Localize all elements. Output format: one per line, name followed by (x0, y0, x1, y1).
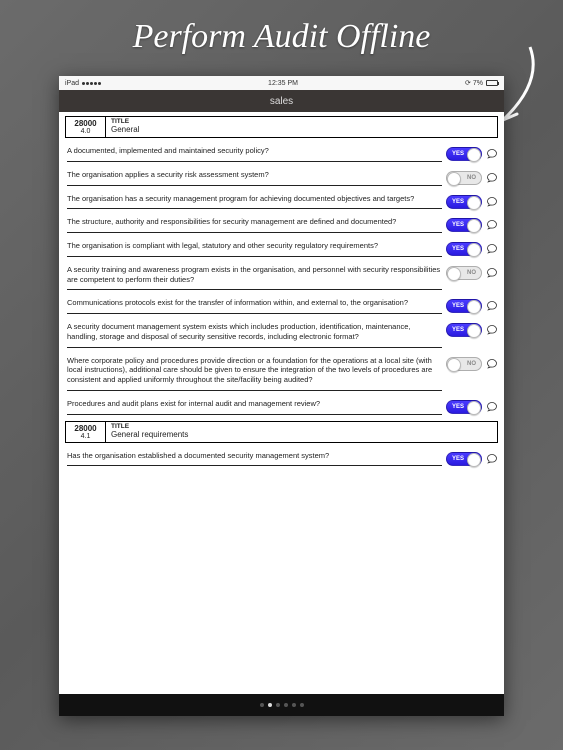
answer-toggle[interactable]: YES (446, 147, 482, 161)
page-dot[interactable] (268, 703, 272, 707)
comment-icon[interactable] (486, 401, 498, 413)
battery-percent: ⟳ 7% (465, 79, 483, 87)
page-indicator (59, 694, 504, 716)
question-text: The organisation applies a security risk… (67, 170, 442, 186)
comment-icon[interactable] (486, 243, 498, 255)
question-text: Procedures and audit plans exist for int… (67, 399, 442, 415)
question-row: The organisation has a security manageme… (59, 188, 504, 212)
page-dot[interactable] (260, 703, 264, 707)
status-bar: iPad 12:35 PM ⟳ 7% (59, 76, 504, 90)
question-row: The organisation is compliant with legal… (59, 235, 504, 259)
comment-icon[interactable] (486, 148, 498, 160)
carrier-label: iPad (65, 80, 79, 87)
page-dot[interactable] (300, 703, 304, 707)
question-row: The organisation applies a security risk… (59, 164, 504, 188)
question-row: Has the organisation established a docum… (59, 445, 504, 469)
comment-icon[interactable] (486, 196, 498, 208)
signal-icon (82, 82, 101, 85)
comment-icon[interactable] (486, 453, 498, 465)
question-row: Communications protocols exist for the t… (59, 292, 504, 316)
question-text: The organisation has a security manageme… (67, 194, 442, 210)
answer-toggle[interactable]: YES (446, 218, 482, 232)
answer-toggle[interactable]: NO (446, 171, 482, 185)
question-text: Has the organisation established a docum… (67, 451, 442, 467)
answer-toggle[interactable]: YES (446, 299, 482, 313)
question-text: The structure, authority and responsibil… (67, 217, 442, 233)
nav-bar: sales (59, 90, 504, 112)
clock: 12:35 PM (268, 80, 298, 87)
comment-icon[interactable] (486, 300, 498, 312)
section-header: 280004.1TITLEGeneral requirements (65, 421, 498, 443)
answer-toggle[interactable]: YES (446, 452, 482, 466)
question-text: A documented, implemented and maintained… (67, 146, 442, 162)
battery-icon (486, 80, 498, 86)
comment-icon[interactable] (486, 172, 498, 184)
question-row: The structure, authority and responsibil… (59, 211, 504, 235)
answer-toggle[interactable]: YES (446, 242, 482, 256)
section-header: 280004.0TITLEGeneral (65, 116, 498, 138)
section-title: TITLEGeneral requirements (106, 422, 497, 442)
section-title: TITLEGeneral (106, 117, 497, 137)
question-text: The organisation is compliant with legal… (67, 241, 442, 257)
answer-toggle[interactable]: NO (446, 357, 482, 371)
question-text: Where corporate policy and procedures pr… (67, 356, 442, 391)
question-row: A security document management system ex… (59, 316, 504, 350)
question-row: A security training and awareness progra… (59, 259, 504, 293)
answer-toggle[interactable]: YES (446, 400, 482, 414)
device-frame: iPad 12:35 PM ⟳ 7% sales 280004.0TITLEGe… (59, 76, 504, 716)
comment-icon[interactable] (486, 267, 498, 279)
question-text: A security training and awareness progra… (67, 265, 442, 291)
page-dot[interactable] (284, 703, 288, 707)
question-row: Where corporate policy and procedures pr… (59, 350, 504, 393)
section-code: 280004.1 (66, 422, 106, 442)
comment-icon[interactable] (486, 324, 498, 336)
section-code: 280004.0 (66, 117, 106, 137)
answer-toggle[interactable]: NO (446, 266, 482, 280)
answer-toggle[interactable]: YES (446, 323, 482, 337)
promo-title: Perform Audit Offline (0, 0, 563, 62)
audit-list[interactable]: 280004.0TITLEGeneral A documented, implem… (59, 112, 504, 694)
question-text: Communications protocols exist for the t… (67, 298, 442, 314)
question-row: A documented, implemented and maintained… (59, 140, 504, 164)
answer-toggle[interactable]: YES (446, 195, 482, 209)
comment-icon[interactable] (486, 219, 498, 231)
nav-title: sales (270, 96, 293, 107)
comment-icon[interactable] (486, 358, 498, 370)
page-dot[interactable] (292, 703, 296, 707)
page-dot[interactable] (276, 703, 280, 707)
question-text: A security document management system ex… (67, 322, 442, 348)
question-row: Procedures and audit plans exist for int… (59, 393, 504, 417)
